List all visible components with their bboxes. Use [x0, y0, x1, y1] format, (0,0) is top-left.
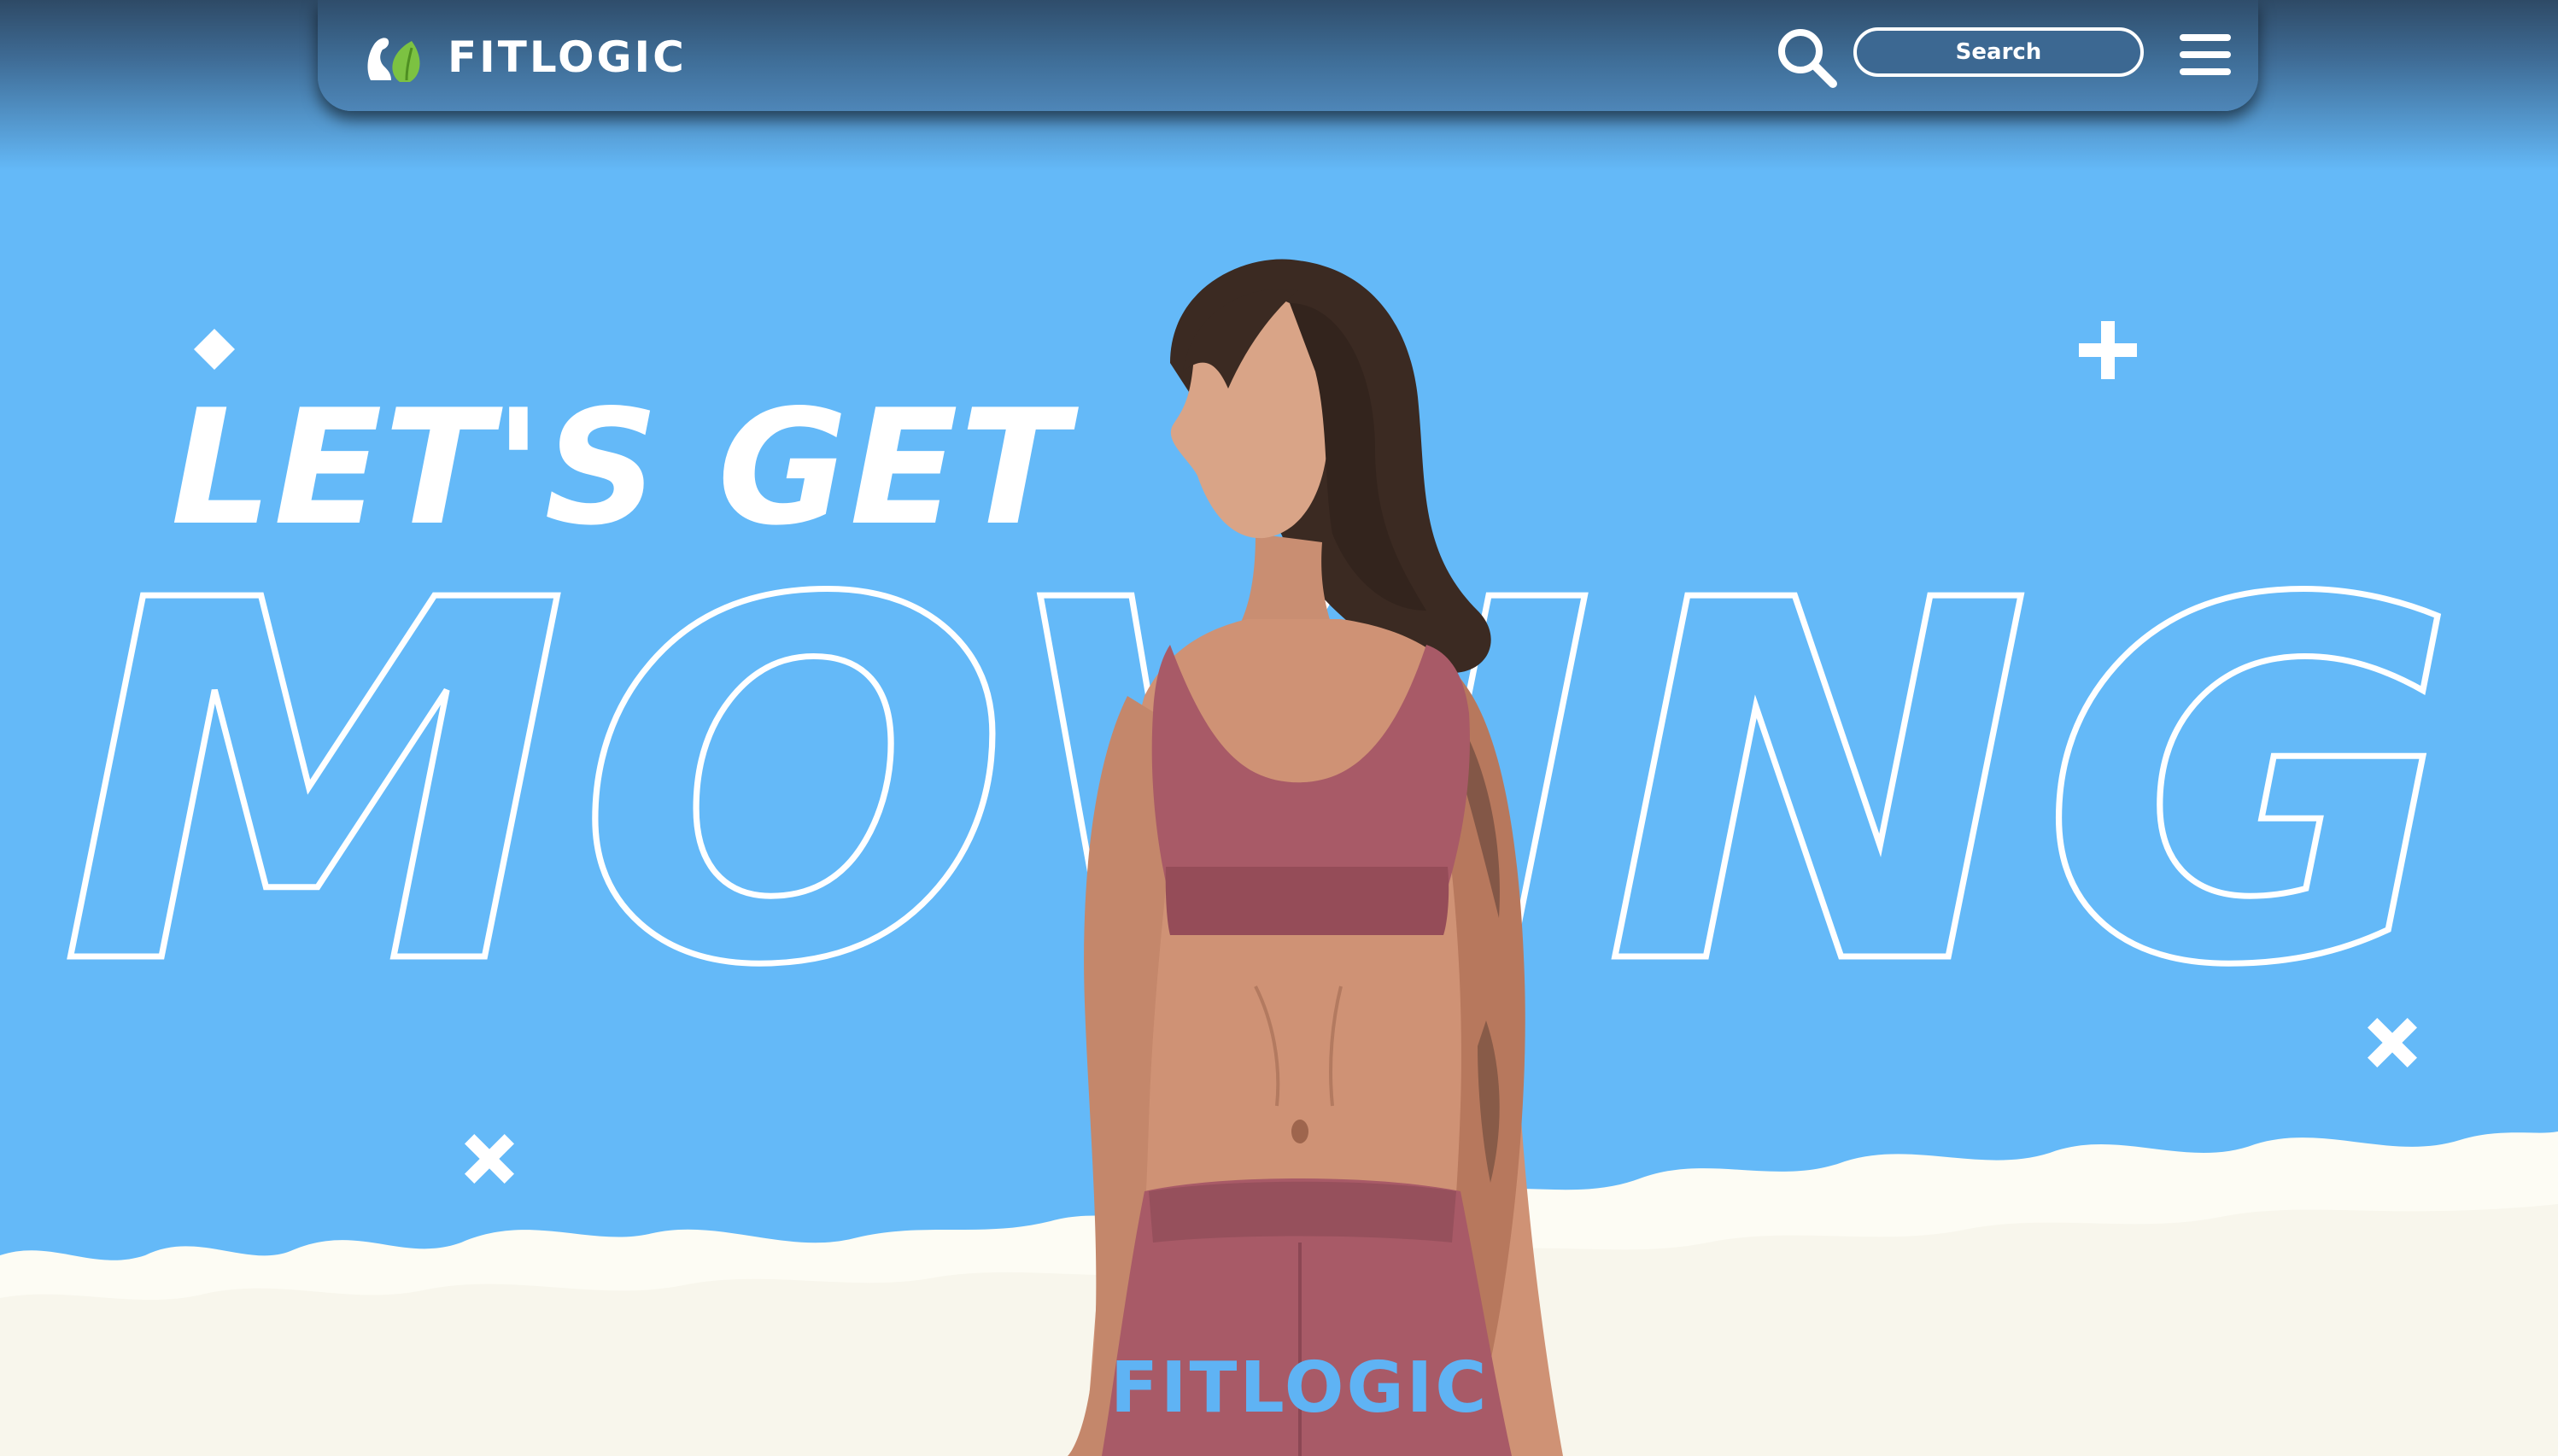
close-x-icon	[465, 1134, 514, 1184]
flexed-arm-leaf-icon	[367, 38, 420, 82]
search-input[interactable]	[1853, 27, 2144, 77]
plus-icon	[2079, 321, 2137, 379]
hamburger-menu-icon[interactable]	[2180, 32, 2231, 77]
footer-brand-name: FITLOGIC	[1110, 1348, 1490, 1429]
hero-page: LET'S GET MOVING	[0, 0, 2558, 1456]
hero-model-image	[1068, 259, 1563, 1456]
top-navbar: FITLOGIC	[318, 0, 2258, 111]
search-icon[interactable]	[1775, 26, 1838, 89]
close-x-icon	[2368, 1018, 2417, 1067]
brand-name: FITLOGIC	[448, 32, 687, 82]
brand-logo[interactable]: FITLOGIC	[362, 29, 687, 85]
diamond-icon	[194, 329, 235, 370]
